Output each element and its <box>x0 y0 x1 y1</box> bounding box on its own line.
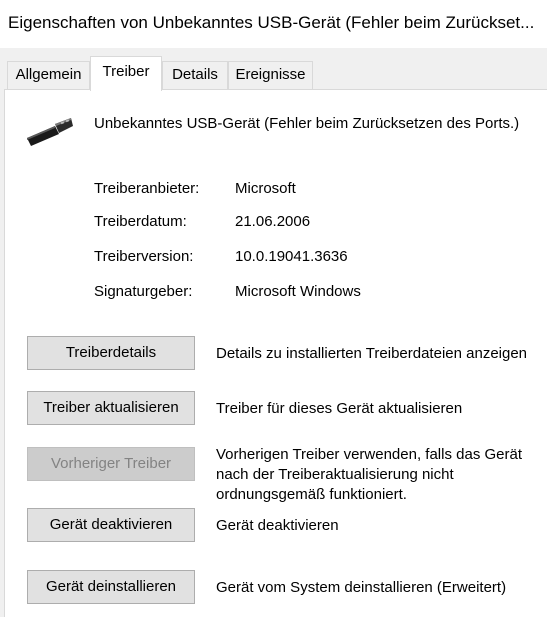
tab-treiber[interactable]: Treiber <box>90 56 162 91</box>
tab-allgemein[interactable]: Allgemein <box>7 61 90 89</box>
driver-date-value: 21.06.2006 <box>235 213 311 230</box>
tab-details[interactable]: Details <box>162 61 228 89</box>
device-name: Unbekanntes USB-Gerät (Fehler beim Zurüc… <box>94 115 520 132</box>
driver-date-label: Treiberdatum: <box>94 213 187 230</box>
driver-details-description: Details zu installierten Treiberdateien … <box>216 345 528 362</box>
driver-provider-label: Treiberanbieter: <box>94 180 200 197</box>
signer-value: Microsoft Windows <box>235 283 361 300</box>
driver-provider-value: Microsoft <box>235 180 296 197</box>
driver-version-label: Treiberversion: <box>94 248 194 265</box>
usb-plug-icon <box>27 118 73 146</box>
update-driver-button[interactable]: Treiber aktualisieren <box>27 391 195 425</box>
disable-device-description: Gerät deaktivieren <box>216 517 339 534</box>
window-title: Eigenschaften von Unbekanntes USB-Gerät … <box>8 13 535 32</box>
driver-details-button[interactable]: Treiberdetails <box>27 336 195 370</box>
uninstall-device-description: Gerät vom System deinstallieren (Erweite… <box>216 579 507 596</box>
update-driver-description: Treiber für dieses Gerät aktualisieren <box>216 400 463 417</box>
uninstall-device-button[interactable]: Gerät deinstallieren <box>27 570 195 604</box>
signer-label: Signaturgeber: <box>94 283 193 300</box>
driver-version-value: 10.0.19041.3636 <box>235 248 348 265</box>
disable-device-button[interactable]: Gerät deaktivieren <box>27 508 195 542</box>
tab-ereignisse[interactable]: Ereignisse <box>228 61 313 89</box>
rollback-driver-button[interactable]: Vorheriger Treiber <box>27 447 195 481</box>
rollback-driver-description: Vorherigen Treiber verwenden, falls das … <box>216 446 522 503</box>
title-bar: Eigenschaften von Unbekanntes USB-Gerät … <box>0 0 547 48</box>
